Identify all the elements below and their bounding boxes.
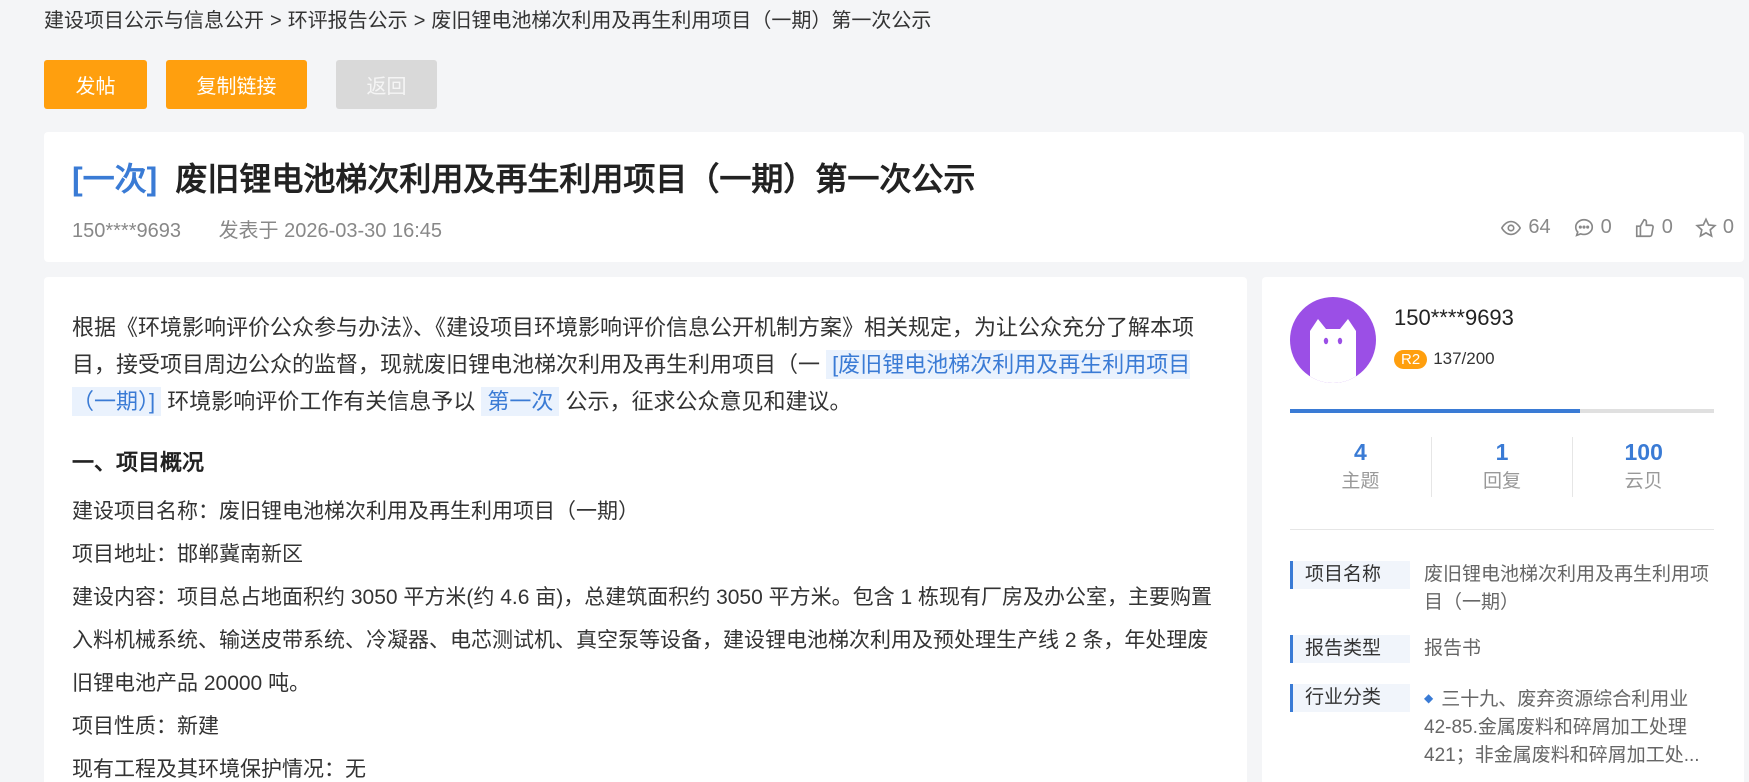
info-report-type: 报告类型 报告书 [1290, 635, 1714, 663]
favorites-stat[interactable]: 0 [1695, 216, 1734, 239]
field-construction-content: 建设内容：项目总占地面积约 3050 平方米(约 4.6 亩)，总建筑面积约 3… [72, 586, 1212, 695]
breadcrumb-item-eia-report[interactable]: 环评报告公示 [288, 10, 408, 32]
post-title-text: 废旧锂电池梯次利用及再生利用项目（一期）第一次公示 [175, 161, 976, 197]
post-content: 根据《环境影响评价公众参与办法》、《建设项目环境影响评价信息公开机制方案》相关规… [44, 277, 1247, 782]
field-project-address: 项目地址：邯郸冀南新区 [72, 543, 303, 566]
favorites-count: 0 [1722, 216, 1734, 238]
post-stats: 64 0 0 0 [1500, 216, 1734, 239]
level-badge: R2 [1394, 349, 1428, 369]
likes-count: 0 [1661, 216, 1673, 238]
sidebar-username[interactable]: 150****9693 [1394, 305, 1514, 331]
count-label: 主题 [1341, 471, 1380, 492]
info-value: ◆ 三十九、废弃资源综合利用业 42-85.金属废料和碎屑加工处理 421；非金属… [1424, 684, 1714, 768]
industry-text: 三十九、废弃资源综合利用业 42-85.金属废料和碎屑加工处理 421；非金属废… [1424, 689, 1700, 766]
info-label: 项目名称 [1290, 561, 1410, 589]
post-date: 发表于 2026-03-30 16:45 [218, 220, 443, 242]
avatar[interactable] [1290, 297, 1376, 383]
count-replies[interactable]: 1 回复 [1432, 437, 1574, 497]
eye-icon [1501, 220, 1522, 235]
level-progress-text: 137/200 [1433, 349, 1495, 368]
count-number: 1 [1495, 439, 1509, 465]
info-label: 报告类型 [1290, 635, 1410, 663]
post-button[interactable]: 发帖 [44, 60, 147, 109]
breadcrumb: 建设项目公示与信息公开 > 环评报告公示 > 废旧锂电池梯次利用及再生利用项目（一期）第… [44, 4, 931, 33]
info-project-name: 项目名称 废旧锂电池梯次利用及再生利用项目（一期） [1290, 561, 1714, 617]
info-industry: 行业分类 ◆ 三十九、废弃资源综合利用业 42-85.金属废料和碎屑加工处理 42… [1290, 684, 1714, 768]
field-project-name: 建设项目名称：废旧锂电池梯次利用及再生利用项目（一期） [72, 500, 639, 523]
intro-paragraph: 根据《环境影响评价公众参与办法》、《建设项目环境影响评价信息公开机制方案》相关规… [72, 309, 1222, 420]
user-level: R2 137/200 [1394, 349, 1495, 369]
divider [1290, 529, 1714, 530]
breadcrumb-item-current: 废旧锂电池梯次利用及再生利用项目（一期）第一次公示 [431, 10, 932, 32]
breadcrumb-separator: > [270, 10, 282, 32]
info-value: 废旧锂电池梯次利用及再生利用项目（一期） [1424, 564, 1710, 613]
breadcrumb-item-public-info[interactable]: 建设项目公示与信息公开 [44, 10, 264, 32]
author-sidebar: 150****9693 R2 137/200 4 主题 1 回复 100 云贝 … [1262, 277, 1744, 782]
info-label: 行业分类 [1290, 684, 1410, 712]
cat-avatar-icon [1310, 319, 1356, 383]
project-overview: 建设项目名称：废旧锂电池梯次利用及再生利用项目（一期） 项目地址：邯郸冀南新区 … [72, 490, 1222, 782]
post-author[interactable]: 150****9693 [72, 220, 181, 242]
count-topics[interactable]: 4 主题 [1290, 437, 1432, 497]
count-number: 100 [1624, 439, 1663, 465]
intro-text: 环境影响评价工作有关信息予以 [167, 389, 476, 414]
comments-count: 0 [1600, 216, 1612, 238]
back-button[interactable]: 返回 [336, 60, 437, 109]
post-meta: 150****9693 发表于 2026-03-30 16:45 [72, 214, 442, 243]
page-title: [一次] 废旧锂电池梯次利用及再生利用项目（一期）第一次公示 [72, 154, 975, 200]
post-tag: [一次] [72, 161, 158, 197]
views-count: 64 [1528, 216, 1551, 238]
section-heading: 一、项目概况 [72, 450, 205, 475]
count-coins[interactable]: 100 云贝 [1573, 437, 1714, 497]
user-counts: 4 主题 1 回复 100 云贝 [1290, 437, 1714, 497]
thumbs-up-icon [1635, 218, 1654, 237]
post-header-card: [一次] 废旧锂电池梯次利用及再生利用项目（一期）第一次公示 150****969… [44, 132, 1744, 262]
stage-link[interactable]: 第一次 [481, 387, 560, 416]
likes-stat[interactable]: 0 [1634, 216, 1673, 239]
field-project-nature: 项目性质：新建 [72, 715, 219, 738]
copy-link-button[interactable]: 复制链接 [166, 60, 307, 109]
field-existing-project: 现有工程及其环境保护情况：无 [72, 758, 366, 781]
intro-text: 公示，征求公众意见和建议。 [565, 389, 852, 414]
comments-stat[interactable]: 0 [1573, 216, 1612, 239]
level-progress-bar [1290, 409, 1714, 413]
count-label: 回复 [1483, 471, 1522, 492]
count-number: 4 [1353, 439, 1367, 465]
breadcrumb-separator: > [413, 10, 426, 32]
diamond-bullet-icon: ◆ [1424, 691, 1434, 705]
count-label: 云贝 [1624, 471, 1663, 492]
level-progress-fill [1290, 409, 1581, 413]
views-stat: 64 [1500, 216, 1551, 239]
star-icon [1695, 216, 1717, 238]
info-value: 报告书 [1424, 638, 1482, 659]
comment-icon [1574, 218, 1593, 237]
